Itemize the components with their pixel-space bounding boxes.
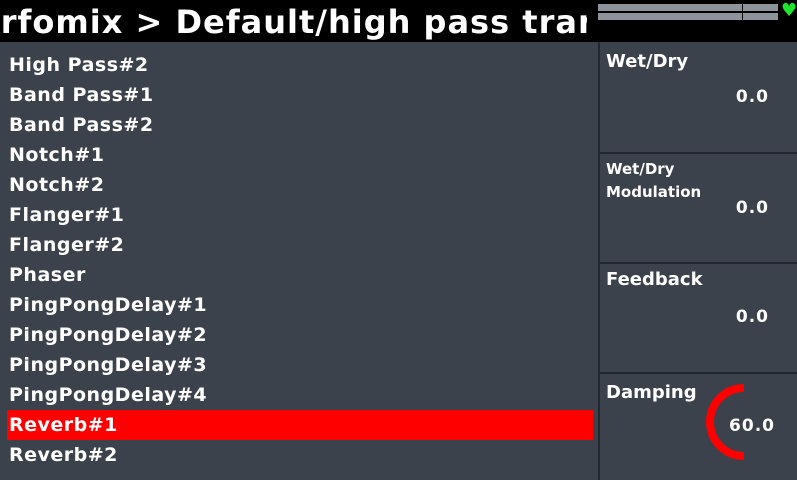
param-label: Feedback: [606, 269, 703, 290]
header-bar: erfomix > Default/high pass trans ♥: [0, 0, 797, 42]
header-divider: [587, 0, 597, 42]
effects-list: High Pass#2 Band Pass#1 Band Pass#2 Notc…: [0, 45, 598, 480]
param-value: 0.0: [735, 87, 769, 107]
list-item-selected[interactable]: Reverb#1: [7, 410, 593, 440]
level-meter-bottom: [598, 13, 778, 20]
list-item[interactable]: Flanger#1: [7, 200, 593, 230]
param-label: Modulation: [606, 183, 702, 201]
param-feedback[interactable]: Feedback 0.0: [600, 264, 797, 372]
param-label: Wet/Dry: [606, 51, 689, 72]
param-wet-dry-modulation[interactable]: Wet/Dry Modulation 0.0: [600, 154, 797, 262]
list-item[interactable]: Flanger#2: [7, 230, 593, 260]
param-value: 60.0: [729, 416, 775, 436]
page-title: erfomix > Default/high pass trans: [0, 3, 587, 41]
list-item[interactable]: Band Pass#1: [7, 80, 593, 110]
level-meter-marker: [742, 3, 743, 20]
param-wet-dry[interactable]: Wet/Dry 0.0: [600, 42, 797, 152]
list-item[interactable]: Phaser: [7, 260, 593, 290]
param-label: Wet/Dry: [606, 160, 675, 178]
list-item[interactable]: PingPongDelay#4: [7, 380, 593, 410]
param-value: 0.0: [735, 198, 769, 218]
param-label: Damping: [606, 382, 697, 403]
param-damping[interactable]: Damping 60.0: [600, 374, 797, 480]
param-value: 0.0: [735, 307, 769, 327]
list-item[interactable]: PingPongDelay#3: [7, 350, 593, 380]
list-item[interactable]: Notch#2: [7, 170, 593, 200]
list-item[interactable]: Band Pass#2: [7, 110, 593, 140]
list-item[interactable]: Notch#1: [7, 140, 593, 170]
list-item[interactable]: High Pass#2: [7, 50, 593, 80]
list-item[interactable]: PingPongDelay#2: [7, 320, 593, 350]
heart-icon: ♥: [781, 0, 797, 21]
list-item[interactable]: Reverb#2: [7, 440, 593, 470]
level-meter-top: [598, 4, 778, 11]
list-item[interactable]: PingPongDelay#1: [7, 290, 593, 320]
